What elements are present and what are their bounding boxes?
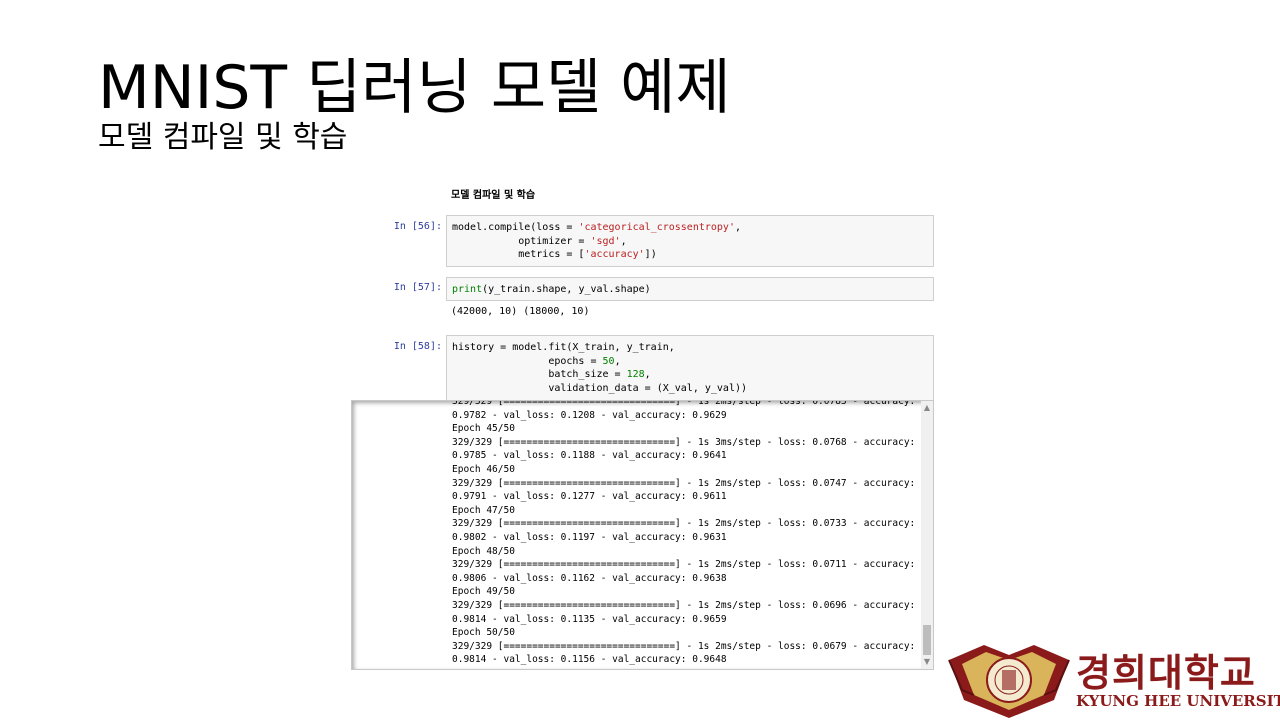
- university-logo: 경희대학교 KYUNG HEE UNIVERSITY: [944, 640, 1280, 720]
- code-cell-57[interactable]: print(y_train.shape, y_val.shape): [446, 277, 934, 301]
- logo-english-text: KYUNG HEE UNIVERSITY: [1076, 692, 1280, 710]
- code-cell-56[interactable]: model.compile(loss = 'categorical_crosse…: [446, 215, 934, 267]
- scroll-up-arrow-icon[interactable]: ▲: [921, 403, 933, 413]
- logo-korean-text: 경희대학교: [1076, 651, 1256, 695]
- training-output-line: Epoch 45/50: [452, 423, 515, 435]
- slide-subtitle: 모델 컴파일 및 학습: [98, 120, 348, 155]
- scroll-down-arrow-icon[interactable]: ▼: [921, 657, 933, 667]
- code-line: model.compile(loss = 'categorical_crosse…: [452, 222, 742, 233]
- training-output-line: 329/329 [==============================]…: [452, 559, 916, 571]
- code-line: metrics = ['accuracy']): [452, 249, 657, 260]
- training-output-line: 329/329 [==============================]…: [452, 477, 916, 489]
- code-line: history = model.fit(X_train, y_train,: [452, 342, 675, 353]
- training-output-line: 0.9785 - val_loss: 0.1188 - val_accuracy…: [452, 450, 727, 462]
- training-output-line: 329/329 [==============================]…: [452, 640, 916, 652]
- training-output-line: Epoch 49/50: [452, 586, 515, 598]
- training-output-line: 329/329 [==============================]…: [452, 518, 916, 530]
- code-line: batch_size = 128,: [452, 369, 651, 380]
- cell-prompt-57: In [57]:: [393, 282, 442, 293]
- cell-prompt-56: In [56]:: [393, 221, 442, 232]
- training-output-line: Epoch 46/50: [452, 463, 515, 475]
- training-output-text: 329/329 [==============================]…: [452, 400, 916, 667]
- code-line: optimizer = 'sgd',: [452, 235, 627, 247]
- training-output-line: 329/329 [==============================]…: [452, 436, 916, 448]
- training-output-line: 329/329 [==============================]…: [452, 400, 916, 407]
- training-output-line: 0.9782 - val_loss: 0.1208 - val_accuracy…: [452, 409, 727, 421]
- code-line: validation_data = (X_val, y_val)): [452, 382, 748, 394]
- slide-title: MNIST 딥러닝 모델 예제: [98, 53, 731, 123]
- training-output-line: 329/329 [==============================]…: [452, 599, 916, 611]
- training-output-line: 0.9806 - val_loss: 0.1162 - val_accuracy…: [452, 572, 727, 584]
- notebook-heading: 모델 컴파일 및 학습: [451, 190, 536, 201]
- training-output-panel[interactable]: 329/329 [==============================]…: [351, 400, 934, 670]
- training-output-line: Epoch 48/50: [452, 545, 515, 557]
- output-scrollbar[interactable]: ▲ ▼: [921, 401, 933, 669]
- code-line: print(y_train.shape, y_val.shape): [452, 284, 651, 295]
- code-cell-58[interactable]: history = model.fit(X_train, y_train, ep…: [446, 335, 934, 401]
- training-output-line: Epoch 50/50: [452, 627, 515, 639]
- cell-prompt-58: In [58]:: [393, 341, 442, 352]
- training-output-line: 0.9791 - val_loss: 0.1277 - val_accuracy…: [452, 491, 727, 503]
- training-output-line: 0.9814 - val_loss: 0.1135 - val_accuracy…: [452, 613, 727, 625]
- university-emblem-icon: [948, 645, 1070, 718]
- code-line: epochs = 50,: [452, 355, 621, 367]
- training-output-line: 0.9802 - val_loss: 0.1197 - val_accuracy…: [452, 531, 727, 543]
- scrollbar-thumb[interactable]: [923, 625, 931, 655]
- training-output-line: Epoch 47/50: [452, 504, 515, 516]
- training-output-line: 0.9814 - val_loss: 0.1156 - val_accuracy…: [452, 654, 727, 666]
- cell-output-57: (42000, 10) (18000, 10): [451, 306, 590, 317]
